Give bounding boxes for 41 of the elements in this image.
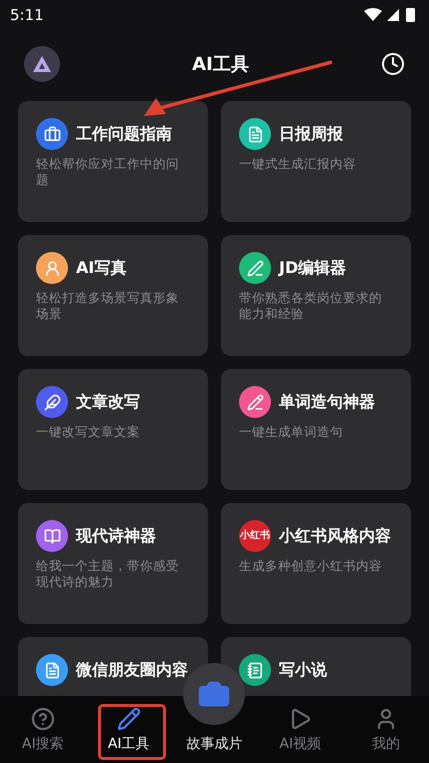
card-title: 单词造句神器 [279, 391, 375, 413]
nav-tab[interactable]: 故事成片 [186, 734, 242, 755]
card-title: 写小说 [279, 659, 327, 681]
brand-icon: 小红书 [239, 520, 271, 552]
tool-card[interactable]: 日报周报 一键式生成汇报内容 [221, 101, 411, 222]
tool-card[interactable]: JD编辑器 带你熟悉各类岗位要求的能力和经验 [221, 235, 411, 356]
card-title: 文章改写 [76, 391, 140, 413]
tool-card[interactable]: AI写真 轻松打造多场景写真形象场景 [18, 235, 208, 356]
tool-card[interactable]: 单词造句神器 一键生成单词造句 [221, 369, 411, 490]
nav-tab[interactable]: AI工具 [86, 696, 172, 763]
card-title: JD编辑器 [279, 257, 346, 279]
tool-card[interactable]: 文章改写 一键改写文章文案 [18, 369, 208, 490]
card-description: 一键生成单词造句 [239, 424, 344, 440]
tool-card[interactable]: 写小说 [221, 637, 411, 696]
page-title: AI工具 [192, 52, 249, 76]
card-title: 微信朋友圈内容 [76, 659, 188, 681]
card-description: 轻松打造多场景写真形象场景 [36, 290, 180, 322]
card-description: 带你熟悉各类岗位要求的能力和经验 [239, 290, 383, 322]
nav-tab[interactable]: AI搜索 [0, 696, 86, 763]
card-description: 一键式生成汇报内容 [239, 156, 357, 172]
tool-card[interactable]: 现代诗神器 给我一个主题，带你感受现代诗的魅力 [18, 503, 208, 624]
help-icon [30, 707, 55, 731]
nav-tab[interactable]: AI视频 [257, 696, 344, 763]
history-icon[interactable] [380, 52, 405, 76]
card-description: 一键改写文章文案 [36, 424, 141, 440]
card-title: 现代诗神器 [76, 525, 156, 547]
card-description: 给我一个主题，带你感受现代诗的魅力 [36, 558, 180, 590]
pencil-icon [116, 707, 141, 731]
tool-card[interactable]: 微信朋友圈内容 [18, 637, 208, 696]
card-title: 工作问题指南 [76, 123, 172, 145]
card-description: 生成多种创意小红书内容 [239, 558, 383, 574]
highlight-frame [98, 704, 166, 760]
status-time: 5:11 [10, 4, 44, 26]
card-title: 日报周报 [279, 123, 343, 145]
card-description: 轻松帮你应对工作中的问题 [36, 156, 180, 188]
tool-card[interactable]: 工作问题指南 轻松帮你应对工作中的问题 [18, 101, 208, 222]
card-title: AI写真 [76, 257, 126, 279]
card-title: 小红书风格内容 [279, 525, 391, 547]
nav-tab[interactable]: 我的 [343, 696, 429, 763]
avatar[interactable] [24, 46, 60, 82]
tool-card[interactable]: 小红书 小红书风格内容 生成多种创意小红书内容 [221, 503, 411, 624]
